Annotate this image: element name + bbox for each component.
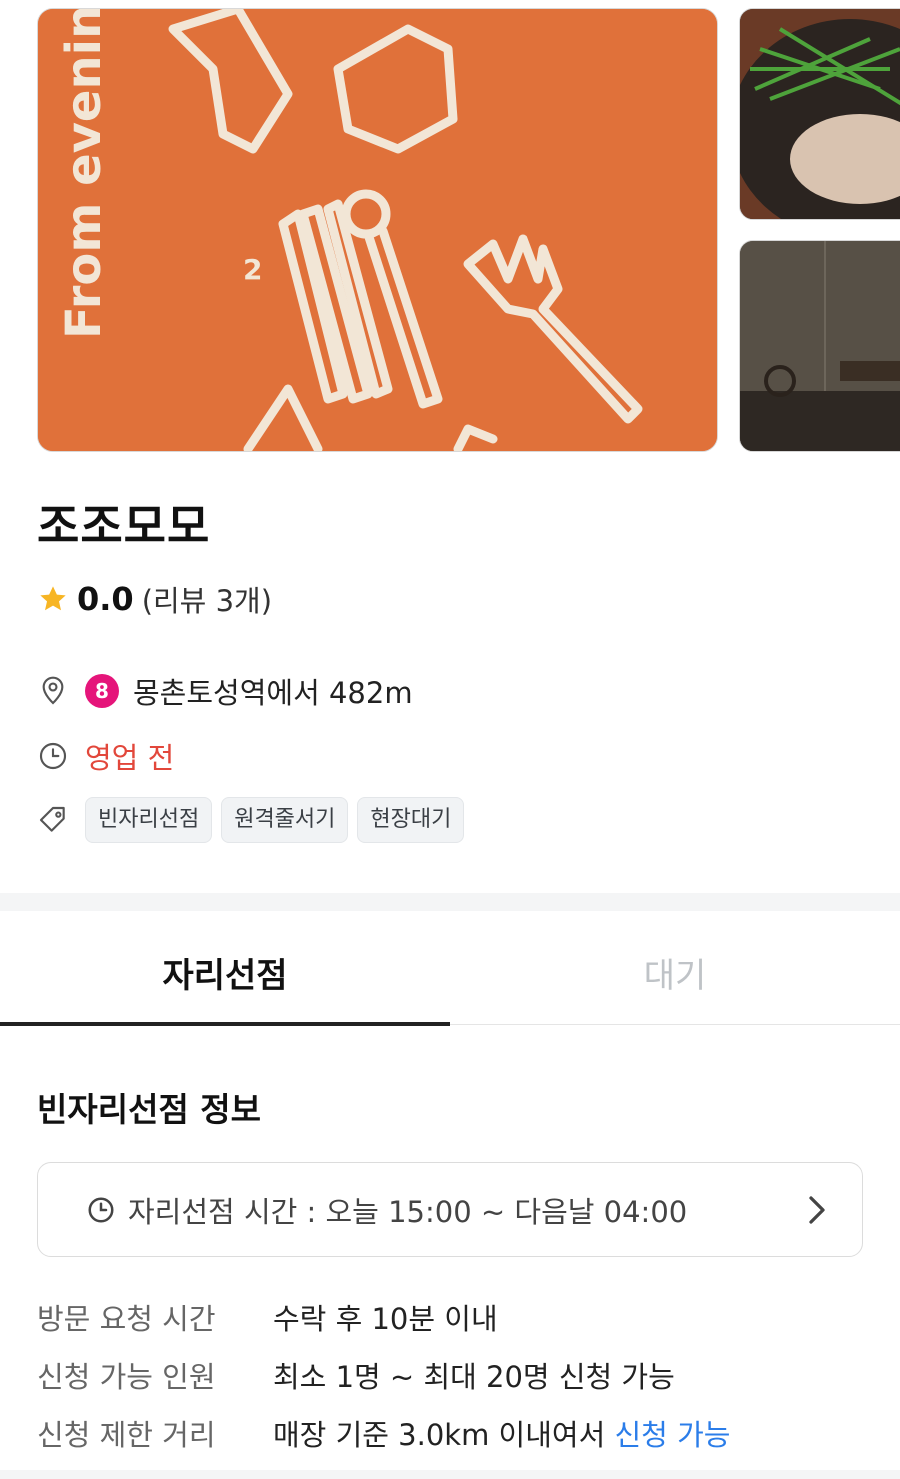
station-distance: 몽촌토성역에서 482m xyxy=(133,676,413,710)
location-row: 8 몽촌토성역에서 482m xyxy=(37,670,413,712)
tags-row: 빈자리선점 원격줄서기 현장대기 xyxy=(37,797,473,843)
star-icon xyxy=(40,586,66,611)
detail-key: 신청 제한 거리 xyxy=(37,1418,216,1452)
active-tab-indicator xyxy=(0,1022,450,1026)
detail-row-visit-time: 방문 요청 시간 수락 후 10분 이내 xyxy=(37,1296,498,1338)
subway-line-badge: 8 xyxy=(85,674,119,708)
detail-key: 방문 요청 시간 xyxy=(37,1302,216,1336)
detail-value-text: 매장 기준 3.0km 이내여서 xyxy=(273,1418,615,1452)
detail-key: 신청 가능 인원 xyxy=(37,1360,216,1394)
tab-underline xyxy=(450,1024,900,1025)
hero-caption: From evening xyxy=(56,9,112,339)
tag-chip: 원격줄서기 xyxy=(221,797,349,843)
rating-row[interactable]: 0.0 (리뷰 3개) xyxy=(37,578,272,620)
clock-icon xyxy=(39,742,67,770)
rating-score: 0.0 xyxy=(77,580,134,618)
detail-row-distance-limit: 신청 제한 거리 매장 기준 3.0km 이내여서 신청 가능 xyxy=(37,1412,730,1454)
detail-row-party-size: 신청 가능 인원 최소 1명 ~ 최대 20명 신청 가능 xyxy=(37,1354,675,1396)
tag-icon xyxy=(39,806,65,832)
tag-chip: 빈자리선점 xyxy=(85,797,213,843)
bottom-divider xyxy=(0,1470,900,1479)
store-name: 조조모모 xyxy=(37,499,211,553)
detail-value: 최소 1명 ~ 최대 20명 신청 가능 xyxy=(273,1360,675,1394)
clock-icon xyxy=(88,1197,114,1222)
hero-photo[interactable]: From evening 2 xyxy=(37,8,718,452)
hero-illustration: From evening 2 xyxy=(38,9,717,451)
reservation-time-button[interactable]: 자리선점 시간 : 오늘 15:00 ~ 다음날 04:00 xyxy=(37,1162,863,1257)
chevron-right-icon xyxy=(809,1196,825,1224)
detail-value: 매장 기준 3.0km 이내여서 신청 가능 xyxy=(273,1412,730,1454)
map-pin-icon xyxy=(42,676,64,705)
section-title: 빈자리선점 정보 xyxy=(37,1090,262,1129)
review-count: (리뷰 3개) xyxy=(141,584,273,618)
reservation-time-text: 자리선점 시간 : 오늘 15:00 ~ 다음날 04:00 xyxy=(128,1194,688,1229)
food-illustration xyxy=(740,9,900,219)
tab-waiting[interactable]: 대기 xyxy=(450,948,900,997)
hours-row: 영업 전 xyxy=(37,735,174,777)
thumbnail-interior-photo[interactable] xyxy=(739,240,900,452)
thumbnail-food-photo[interactable] xyxy=(739,8,900,220)
interior-illustration xyxy=(740,241,900,451)
availability-text: 신청 가능 xyxy=(614,1418,731,1452)
svg-text:2: 2 xyxy=(243,253,262,286)
tag-chip: 현장대기 xyxy=(357,797,465,843)
section-divider xyxy=(0,893,900,911)
detail-value: 수락 후 10분 이내 xyxy=(273,1302,498,1336)
tab-seat-reservation[interactable]: 자리선점 xyxy=(0,948,450,997)
business-status: 영업 전 xyxy=(85,741,175,775)
